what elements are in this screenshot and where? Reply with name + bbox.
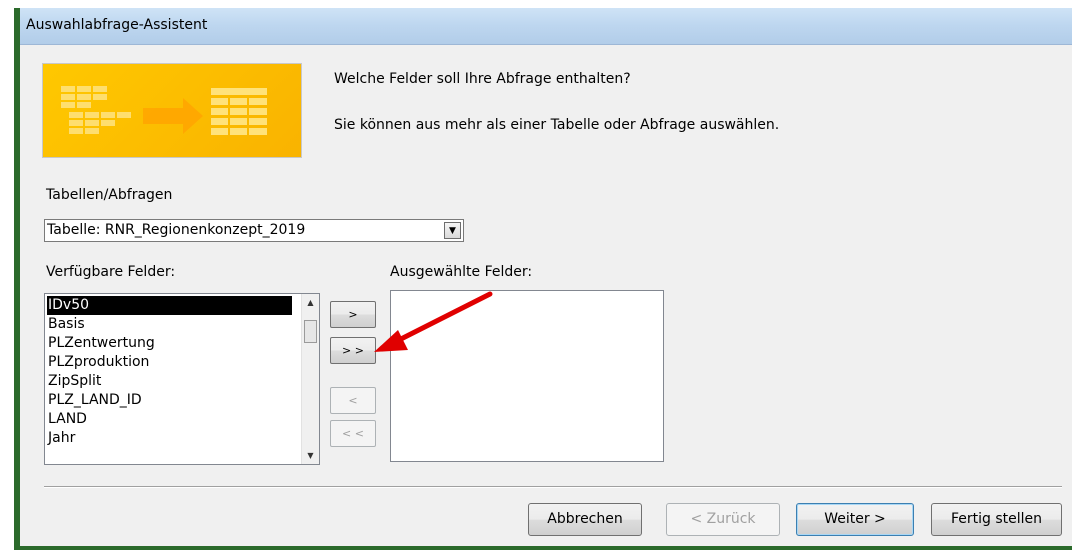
tables-label: Tabellen/Abfragen <box>46 187 173 203</box>
chevron-down-icon[interactable]: ▼ <box>444 222 461 239</box>
divider <box>44 486 1062 488</box>
tables-combobox[interactable]: Tabelle: RNR_Regionenkonzept_2019 ▼ <box>44 219 464 242</box>
available-fields-label: Verfügbare Felder: <box>46 264 176 280</box>
wizard-window: Auswahlabfrage-Assistent Welche Felder s… <box>14 8 1072 550</box>
list-item[interactable]: LAND <box>47 410 292 429</box>
list-item[interactable]: PLZproduktion <box>47 353 292 372</box>
remove-all-fields-button[interactable]: < < <box>330 420 376 447</box>
list-item[interactable]: PLZentwertung <box>47 334 292 353</box>
vertical-scrollbar[interactable]: ▲ ▼ <box>301 294 319 464</box>
title-bar[interactable]: Auswahlabfrage-Assistent <box>20 8 1072 45</box>
finish-button[interactable]: Fertig stellen <box>931 503 1062 536</box>
next-button[interactable]: Weiter > <box>796 503 914 536</box>
list-item[interactable]: ZipSplit <box>47 372 292 391</box>
remove-field-button[interactable]: < <box>330 387 376 414</box>
selected-fields-list[interactable] <box>390 290 664 462</box>
list-item[interactable]: IDv50 <box>47 296 292 315</box>
scroll-thumb[interactable] <box>304 320 317 343</box>
list-item[interactable]: PLZ_LAND_ID <box>47 391 292 410</box>
add-all-fields-button[interactable]: > > <box>330 337 376 364</box>
scroll-down-icon[interactable]: ▼ <box>302 447 319 464</box>
add-field-button[interactable]: > <box>330 301 376 328</box>
list-item[interactable]: Basis <box>47 315 292 334</box>
back-button[interactable]: < Zurück <box>666 503 780 536</box>
table-transfer-icon <box>61 86 267 135</box>
query-wizard-graphic <box>42 63 302 158</box>
prompt-question: Welche Felder soll Ihre Abfrage enthalte… <box>334 71 631 87</box>
available-fields-list[interactable]: IDv50 Basis PLZentwertung PLZproduktion … <box>44 293 320 465</box>
wizard-body: Welche Felder soll Ihre Abfrage enthalte… <box>20 45 1072 546</box>
tables-combobox-value: Tabelle: RNR_Regionenkonzept_2019 <box>47 222 306 238</box>
prompt-hint: Sie können aus mehr als einer Tabelle od… <box>334 117 780 133</box>
selected-fields-label: Ausgewählte Felder: <box>390 264 533 280</box>
cancel-button[interactable]: Abbrechen <box>528 503 642 536</box>
window-title: Auswahlabfrage-Assistent <box>26 17 208 33</box>
scroll-up-icon[interactable]: ▲ <box>302 294 319 311</box>
list-item[interactable]: Jahr <box>47 429 292 448</box>
